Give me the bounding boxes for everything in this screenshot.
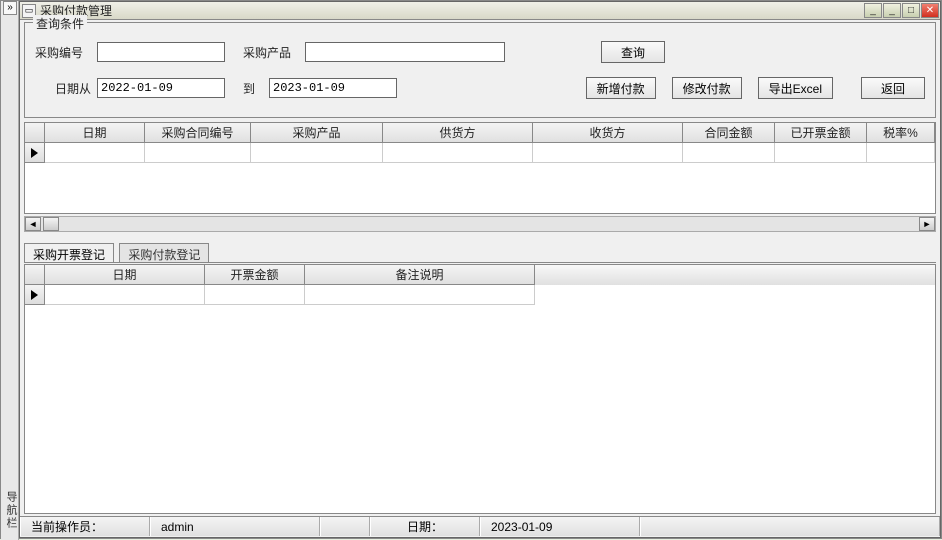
sub-grid-corner xyxy=(25,265,45,285)
window-controls: _ _ □ ✕ xyxy=(864,3,940,18)
search-button[interactable]: 查询 xyxy=(601,41,665,63)
row-selector[interactable] xyxy=(25,143,45,163)
sub-grid-header: 日期 开票金额 备注说明 xyxy=(25,265,935,285)
date-from-input[interactable] xyxy=(97,78,225,98)
expand-left-nav-button[interactable]: » xyxy=(3,1,17,15)
product-label: 采购产品 xyxy=(243,44,299,61)
scroll-left-button[interactable]: ◄ xyxy=(25,217,41,231)
main-grid-header: 日期 采购合同编号 采购产品 供货方 收货方 合同金额 已开票金额 税率% xyxy=(25,123,935,143)
product-input[interactable] xyxy=(305,42,505,62)
row-selector[interactable] xyxy=(25,285,45,305)
col-supplier[interactable]: 供货方 xyxy=(383,123,533,143)
close-button[interactable]: ✕ xyxy=(921,3,939,18)
status-operator-label: 当前操作员： xyxy=(20,517,150,536)
query-group-label: 查询条件 xyxy=(33,15,87,32)
col-date[interactable]: 日期 xyxy=(45,123,145,143)
row-marker-icon xyxy=(31,290,38,300)
content-area: 查询条件 采购编号 采购产品 查询 日期从 到 xyxy=(20,20,940,536)
main-grid-hscrollbar[interactable]: ◄ ► xyxy=(24,216,936,232)
col-tax-rate[interactable]: 税率% xyxy=(867,123,935,143)
scroll-track[interactable] xyxy=(41,217,919,231)
back-button[interactable]: 返回 xyxy=(861,77,925,99)
status-date-label: 日期： xyxy=(370,517,480,536)
main-grid[interactable]: 日期 采购合同编号 采购产品 供货方 收货方 合同金额 已开票金额 税率% xyxy=(24,122,936,214)
sub-tabs: 采购开票登记 采购付款登记 xyxy=(24,242,936,262)
query-row-1: 采购编号 采购产品 查询 xyxy=(35,39,925,65)
tab-payment-register[interactable]: 采购付款登记 xyxy=(119,243,209,263)
sub-grid-body xyxy=(25,285,935,513)
date-to-label: 到 xyxy=(243,80,263,97)
date-to-input[interactable] xyxy=(269,78,397,98)
col-invoiced-amount[interactable]: 已开票金额 xyxy=(775,123,867,143)
row-marker-icon xyxy=(31,148,38,158)
titlebar: ▭ 采购付款管理 _ _ □ ✕ xyxy=(20,2,940,20)
sub-col-date[interactable]: 日期 xyxy=(45,265,205,285)
col-product[interactable]: 采购产品 xyxy=(251,123,383,143)
purchase-no-label: 采购编号 xyxy=(35,44,91,61)
maximize-button[interactable]: □ xyxy=(902,3,920,18)
status-date-value: 2023-01-09 xyxy=(480,517,640,536)
left-nav-gutter: » 导航栏 xyxy=(1,1,19,540)
scroll-thumb[interactable] xyxy=(43,217,59,231)
statusbar: 当前操作员： admin 日期： 2023-01-09 xyxy=(20,516,940,536)
sub-col-remark[interactable]: 备注说明 xyxy=(305,265,535,285)
query-row-2: 日期从 到 新增付款 修改付款 导出Excel 返回 xyxy=(35,75,925,101)
minimize-button[interactable]: _ xyxy=(883,3,901,18)
status-operator-value: admin xyxy=(150,517,320,536)
edit-payment-button[interactable]: 修改付款 xyxy=(672,77,742,99)
export-excel-button[interactable]: 导出Excel xyxy=(758,77,833,99)
inner-window: ▭ 采购付款管理 _ _ □ ✕ 查询条件 采购编号 采购产品 查询 xyxy=(19,1,941,538)
tab-underline xyxy=(24,262,936,263)
status-spacer xyxy=(320,517,370,536)
minimize-inner-button[interactable]: _ xyxy=(864,3,882,18)
sub-grid[interactable]: 日期 开票金额 备注说明 xyxy=(24,264,936,514)
window-title: 采购付款管理 xyxy=(40,2,864,19)
date-from-label: 日期从 xyxy=(35,80,91,97)
tab-invoice-register[interactable]: 采购开票登记 xyxy=(24,243,114,263)
main-grid-body xyxy=(25,143,935,213)
outer-window: » 导航栏 ▭ 采购付款管理 _ _ □ ✕ 查询条件 采购编号 采购产品 xyxy=(0,0,942,539)
purchase-no-input[interactable] xyxy=(97,42,225,62)
col-contract-amount[interactable]: 合同金额 xyxy=(683,123,775,143)
status-fill xyxy=(640,517,940,536)
query-groupbox: 查询条件 采购编号 采购产品 查询 日期从 到 xyxy=(24,22,936,118)
add-payment-button[interactable]: 新增付款 xyxy=(586,77,656,99)
left-nav-label: 导航栏 xyxy=(1,491,19,530)
table-row[interactable] xyxy=(25,285,935,305)
table-row[interactable] xyxy=(25,143,935,163)
scroll-right-button[interactable]: ► xyxy=(919,217,935,231)
main-grid-corner xyxy=(25,123,45,143)
sub-col-invoice-amount[interactable]: 开票金额 xyxy=(205,265,305,285)
col-contract-no[interactable]: 采购合同编号 xyxy=(145,123,251,143)
col-receiver[interactable]: 收货方 xyxy=(533,123,683,143)
